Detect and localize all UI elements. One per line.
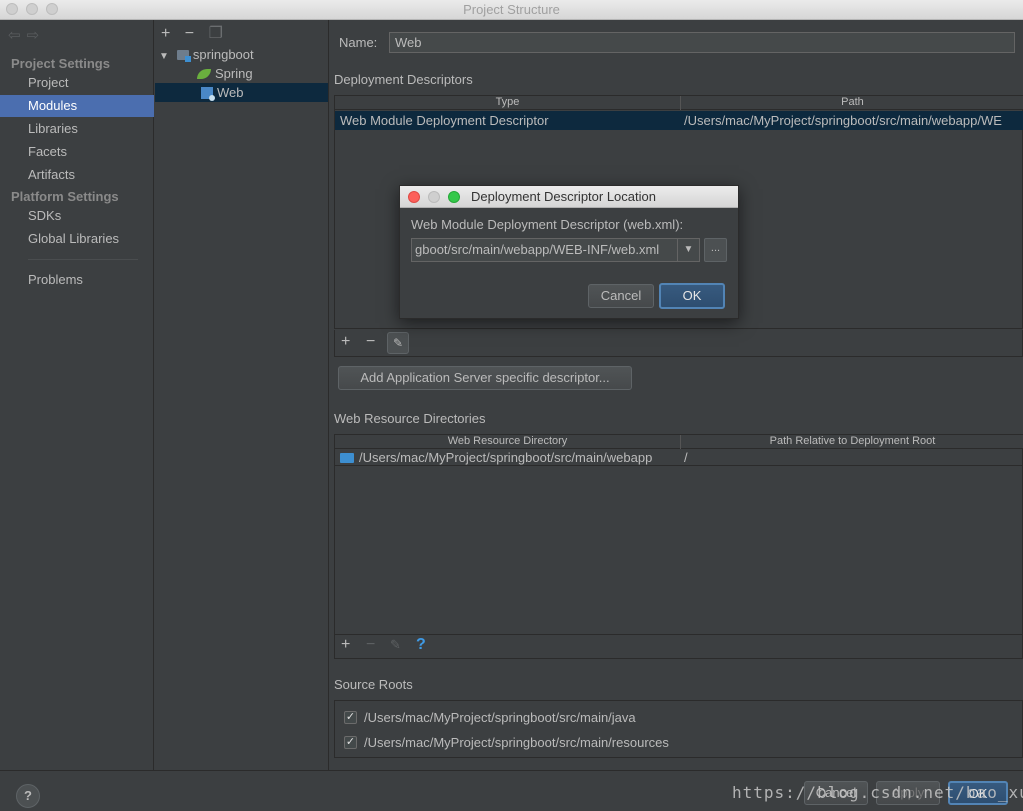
source-roots-title: Source Roots	[334, 677, 413, 692]
sidebar-divider	[28, 259, 138, 260]
descriptor-type-cell: Web Module Deployment Descriptor	[340, 113, 549, 128]
column-header-type[interactable]: Type	[335, 96, 680, 109]
module-settings-panel: Name: Web Deployment Descriptors Type Pa…	[330, 20, 1023, 770]
deployment-descriptors-title: Deployment Descriptors	[334, 72, 473, 87]
source-root-resources-path: /Users/mac/MyProject/springboot/src/main…	[364, 735, 669, 750]
help-button[interactable]: ?	[16, 784, 40, 808]
platform-settings-heading: Platform Settings	[11, 189, 119, 204]
sidebar-item-global-libraries[interactable]: Global Libraries	[0, 228, 154, 250]
window-titlebar: Project Structure	[0, 0, 1023, 20]
source-roots-list: ✓ /Users/mac/MyProject/springboot/src/ma…	[334, 700, 1023, 758]
column-header-relative-path[interactable]: Path Relative to Deployment Root	[681, 435, 1023, 448]
tree-toolbar: + − ❐	[161, 23, 233, 43]
source-root-java-path: /Users/mac/MyProject/springboot/src/main…	[364, 710, 636, 725]
descriptor-file-label: Web Module Deployment Descriptor (web.xm…	[411, 217, 684, 232]
sidebar-item-libraries[interactable]: Libraries	[0, 118, 154, 140]
edit-web-resource-button[interactable]: ✎	[390, 637, 401, 653]
name-label: Name:	[339, 35, 378, 50]
table-header: Web Resource Directory Path Relative to …	[335, 435, 1023, 449]
descriptor-path-cell: /Users/mac/MyProject/springboot/src/main…	[684, 113, 1002, 128]
copy-icon[interactable]: ❐	[209, 25, 223, 42]
add-application-server-descriptor-button[interactable]: Add Application Server specific descript…	[338, 366, 632, 390]
tree-node-label: Web	[217, 85, 244, 100]
table-header: Type Path	[335, 96, 1023, 110]
relative-path-cell: /	[684, 450, 688, 465]
deployment-toolbar: + − ✎	[334, 330, 1023, 357]
directory-path: /Users/mac/MyProject/springboot/src/main…	[359, 450, 653, 465]
dialog-close-button[interactable]	[408, 191, 420, 203]
dialog-zoom-button[interactable]	[448, 191, 460, 203]
project-settings-heading: Project Settings	[11, 56, 110, 71]
edit-descriptor-button[interactable]: ✎	[387, 332, 409, 354]
table-row[interactable]: /Users/mac/MyProject/springboot/src/main…	[335, 450, 1023, 466]
source-root-checkbox-java[interactable]: ✓	[344, 711, 357, 724]
dialog-footer: ? Cancel Apply OK https://blog.csdn.net/…	[0, 770, 1023, 811]
dialog-ok-button[interactable]: OK	[659, 283, 725, 309]
help-question-icon[interactable]: ?	[416, 636, 426, 654]
sidebar-item-problems[interactable]: Problems	[0, 269, 154, 291]
module-folder-icon	[176, 50, 191, 62]
descriptor-path-value: gboot/src/main/webapp/WEB-INF/web.xml	[415, 242, 660, 257]
web-resource-directories-title: Web Resource Directories	[334, 411, 486, 426]
spring-leaf-icon	[197, 69, 211, 79]
watermark-text: https://blog.csdn.net/bao_xu	[732, 783, 1023, 802]
sidebar-item-modules[interactable]: Modules	[0, 95, 154, 117]
forward-arrow-icon[interactable]: ⇨	[27, 27, 46, 44]
expand-triangle-icon[interactable]: ▼	[159, 51, 169, 62]
table-row[interactable]: Web Module Deployment Descriptor /Users/…	[335, 111, 1023, 130]
dialog-titlebar: Deployment Descriptor Location	[400, 186, 738, 208]
source-root-checkbox-resources[interactable]: ✓	[344, 736, 357, 749]
add-descriptor-button[interactable]: +	[341, 333, 350, 351]
web-resource-directories-table: Web Resource Directory Path Relative to …	[334, 434, 1023, 635]
module-tree-pane: + − ❐ ▼ springboot Spring Web	[155, 20, 329, 770]
web-resource-directory-cell: /Users/mac/MyProject/springboot/src/main…	[340, 450, 675, 465]
tree-node-web[interactable]: Web	[155, 83, 328, 102]
sidebar-item-project[interactable]: Project	[0, 72, 154, 94]
descriptor-path-combobox[interactable]: gboot/src/main/webapp/WEB-INF/web.xml ▼	[411, 238, 700, 262]
browse-button[interactable]: ...	[704, 238, 727, 262]
column-header-path[interactable]: Path	[681, 96, 1023, 109]
nav-arrows: ⇦⇨	[8, 26, 45, 44]
add-module-button[interactable]: +	[161, 25, 170, 42]
settings-sidebar: ⇦⇨ Project Settings Project Modules Libr…	[0, 20, 154, 770]
tree-node-springboot[interactable]: ▼ springboot	[155, 45, 328, 64]
remove-web-resource-button[interactable]: −	[366, 636, 375, 654]
deployment-descriptor-location-dialog: Deployment Descriptor Location Web Modul…	[399, 185, 739, 319]
column-header-web-resource-directory[interactable]: Web Resource Directory	[335, 435, 680, 448]
folder-icon	[340, 453, 354, 463]
window-title: Project Structure	[463, 2, 560, 17]
back-arrow-icon[interactable]: ⇦	[8, 27, 27, 44]
web-resources-toolbar: + − ✎ ?	[334, 635, 1023, 659]
sidebar-item-facets[interactable]: Facets	[0, 141, 154, 163]
web-facet-icon	[201, 87, 215, 101]
sidebar-item-sdks[interactable]: SDKs	[0, 205, 154, 227]
dropdown-arrow-icon[interactable]: ▼	[677, 239, 699, 261]
remove-module-button[interactable]: −	[185, 25, 194, 42]
dialog-title: Deployment Descriptor Location	[471, 189, 656, 204]
name-input[interactable]: Web	[389, 32, 1015, 53]
sidebar-item-artifacts[interactable]: Artifacts	[0, 164, 154, 186]
tree-node-label: Spring	[215, 66, 253, 81]
dialog-minimize-button[interactable]	[428, 191, 440, 203]
add-web-resource-button[interactable]: +	[341, 636, 350, 654]
remove-descriptor-button[interactable]: −	[366, 333, 375, 351]
dialog-cancel-button[interactable]: Cancel	[588, 284, 654, 308]
tree-node-spring[interactable]: Spring	[155, 64, 328, 83]
tree-node-label: springboot	[192, 47, 254, 62]
